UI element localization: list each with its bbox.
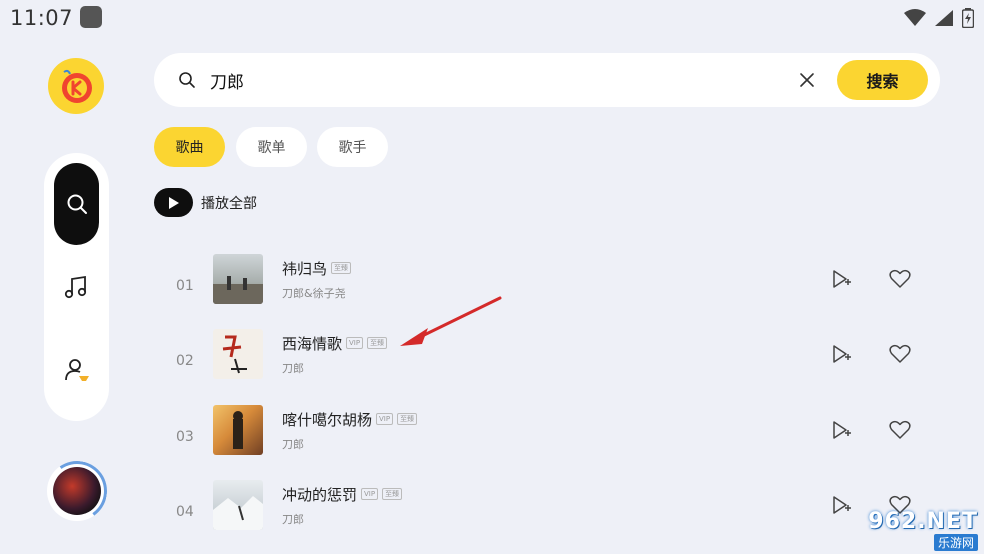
heart-icon[interactable]	[889, 269, 911, 289]
quality-badge: 至臻	[397, 412, 418, 425]
song-cover	[213, 405, 263, 455]
quality-badge: 至臻	[367, 336, 388, 349]
annotation-arrow	[400, 296, 502, 346]
wifi-icon	[904, 9, 926, 26]
song-row[interactable]: 03 喀什噶尔胡杨 VIP 至臻 刀郎	[154, 405, 940, 475]
add-to-playlist-icon[interactable]	[831, 269, 851, 289]
user-vip-icon	[65, 359, 89, 381]
play-all-button[interactable]	[154, 188, 193, 217]
add-to-playlist-icon[interactable]	[831, 344, 851, 364]
song-cover	[213, 329, 263, 379]
song-title-text: 祎归鸟	[282, 260, 328, 278]
search-icon	[179, 72, 195, 88]
watermark-main: 962.NET	[868, 509, 978, 534]
watermark-sub: 乐游网	[933, 534, 978, 551]
nav-music-button[interactable]	[62, 273, 90, 301]
nav-search-button[interactable]	[54, 163, 99, 245]
app-logo[interactable]	[48, 58, 104, 114]
song-artist: 刀郎	[282, 438, 304, 451]
quality-badge: 至臻	[382, 487, 403, 500]
vip-badge: VIP	[361, 487, 379, 500]
song-artist: 刀郎&徐子尧	[282, 287, 346, 300]
song-row[interactable]: 04 冲动的惩罚 VIP 至臻 刀郎	[154, 480, 940, 550]
song-index: 01	[176, 278, 194, 294]
song-index: 04	[176, 504, 194, 520]
song-row[interactable]: 01 祎归鸟 至臻 刀郎&徐子尧	[154, 254, 940, 324]
vip-badge: VIP	[376, 412, 394, 425]
battery-icon	[962, 8, 974, 28]
song-cover	[213, 480, 263, 530]
status-icons	[904, 8, 974, 28]
vip-badge: VIP	[346, 336, 364, 349]
song-index: 03	[176, 429, 194, 445]
album-art	[53, 467, 101, 515]
status-time: 11:07	[10, 6, 74, 30]
song-title: 冲动的惩罚 VIP 至臻	[282, 484, 403, 505]
signal-icon	[935, 10, 953, 26]
play-all-label[interactable]: 播放全部	[201, 193, 257, 213]
song-title: 喀什噶尔胡杨 VIP 至臻	[282, 409, 418, 430]
song-index: 02	[176, 353, 194, 369]
tab-artists[interactable]: 歌手	[317, 127, 388, 167]
watermark: 962.NET 乐游网	[846, 506, 984, 554]
song-title-text: 西海情歌	[282, 335, 343, 353]
music-note-icon	[64, 275, 87, 299]
song-title-text: 冲动的惩罚	[282, 486, 358, 504]
kuwo-logo-icon	[62, 69, 92, 103]
search-bar	[154, 53, 940, 107]
now-playing-disc[interactable]	[47, 461, 107, 521]
clear-icon[interactable]	[799, 72, 815, 88]
status-app-icon	[80, 6, 102, 28]
song-artist: 刀郎	[282, 513, 304, 526]
tab-songs[interactable]: 歌曲	[154, 127, 225, 167]
search-icon	[67, 194, 87, 214]
search-input[interactable]: 刀郎	[210, 68, 244, 93]
heart-icon[interactable]	[889, 344, 911, 364]
tab-playlists[interactable]: 歌单	[236, 127, 307, 167]
song-artist: 刀郎	[282, 362, 304, 375]
song-title: 祎归鸟 至臻	[282, 258, 352, 279]
song-title-text: 喀什噶尔胡杨	[282, 411, 373, 429]
nav-profile-button[interactable]	[62, 355, 92, 385]
song-row[interactable]: 02 西海情歌 VIP 至臻 刀郎	[154, 329, 940, 399]
song-title: 西海情歌 VIP 至臻	[282, 333, 388, 354]
search-button[interactable]: 搜索	[837, 60, 928, 100]
heart-icon[interactable]	[889, 420, 911, 440]
play-icon	[168, 196, 179, 209]
song-cover	[213, 254, 263, 304]
add-to-playlist-icon[interactable]	[831, 420, 851, 440]
quality-badge: 至臻	[331, 261, 352, 274]
